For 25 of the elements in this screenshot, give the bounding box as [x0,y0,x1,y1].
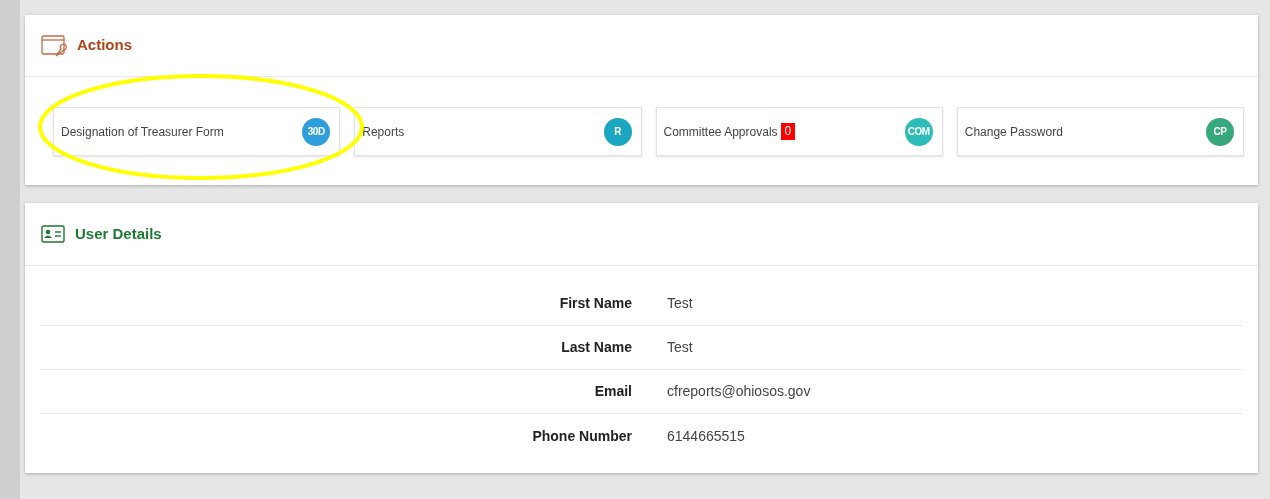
tile-badge: CP [1206,117,1234,146]
tile-badge: 30D [302,117,331,146]
field-label: Last Name [560,338,632,357]
contact-card-icon [41,225,65,243]
tile-badge: R [603,117,632,146]
field-label: Email [593,382,632,401]
field-value: Test [667,338,693,357]
field-label: Phone Number [531,426,632,446]
field-value: 6144665515 [667,426,745,446]
field-label: First Name [558,294,632,313]
tile-label: Committee Approvals [663,123,778,141]
field-value: cfreports@ohiosos.gov [667,382,811,401]
tile-label: Designation of Treasurer Form [61,123,224,141]
tile-label: Reports [362,123,405,141]
action-tile[interactable]: Reports R [354,107,642,156]
field-value: Test [667,294,693,313]
action-tile[interactable]: Change Password CP [956,107,1244,156]
window-wrench-icon [41,34,67,57]
tile-badge: COM [904,117,933,146]
tile-label: Change Password [964,123,1063,141]
panel-title: User Details [75,223,162,244]
action-tile[interactable]: Committee Approvals 0 COM [655,107,943,156]
action-tile[interactable]: Designation of Treasurer Form 30D [53,107,341,156]
panel-title: Actions [77,35,132,56]
count-badge: 0 [780,123,796,140]
